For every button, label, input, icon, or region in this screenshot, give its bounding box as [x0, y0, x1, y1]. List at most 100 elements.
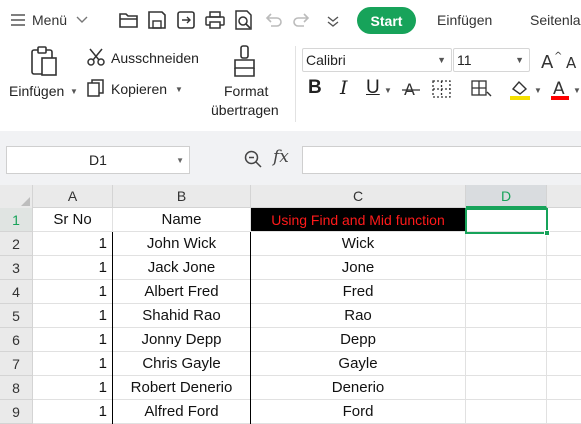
italic-button[interactable]: I — [340, 77, 348, 99]
cell-c[interactable]: Ford — [251, 400, 466, 424]
row-header[interactable]: 3 — [0, 256, 33, 280]
cell-e[interactable] — [547, 256, 581, 280]
copy-button[interactable]: Kopieren — [111, 81, 167, 97]
cell-c[interactable]: Using Find and Mid function — [251, 208, 466, 232]
print-icon[interactable] — [204, 9, 226, 31]
row-header[interactable]: 7 — [0, 352, 33, 376]
main-menu-button[interactable]: Menü — [10, 9, 89, 31]
name-box[interactable]: D1 ▼ — [6, 146, 190, 174]
export-icon[interactable] — [175, 9, 197, 31]
cell-d[interactable] — [466, 328, 547, 352]
cell-d[interactable] — [466, 400, 547, 424]
cell-b[interactable]: Robert Denerio — [113, 376, 251, 400]
copy-dropdown-icon[interactable]: ▼ — [175, 85, 183, 94]
cell-c[interactable]: Fred — [251, 280, 466, 304]
open-folder-icon[interactable] — [118, 9, 140, 31]
fx-icon[interactable]: fx — [273, 147, 289, 167]
cell-d[interactable] — [466, 256, 547, 280]
cell-d[interactable] — [466, 376, 547, 400]
more-chevron-icon[interactable] — [322, 9, 344, 31]
fill-color-icon[interactable] — [470, 78, 496, 100]
cell-d[interactable] — [466, 280, 547, 304]
cell-e[interactable] — [547, 232, 581, 256]
cell-d[interactable] — [466, 352, 547, 376]
format-painter-label-1[interactable]: Format — [224, 83, 268, 99]
bold-button[interactable]: B — [308, 77, 322, 99]
select-all-corner[interactable] — [0, 185, 33, 208]
cell-a[interactable]: 1 — [33, 232, 113, 256]
cell-a[interactable]: 1 — [33, 328, 113, 352]
format-painter-label-2[interactable]: übertragen — [211, 102, 279, 118]
row-header[interactable]: 4 — [0, 280, 33, 304]
print-preview-icon[interactable] — [233, 9, 255, 31]
cell-b[interactable]: Alfred Ford — [113, 400, 251, 424]
font-color-dropdown-icon[interactable]: ▼ — [573, 86, 581, 95]
cell-b[interactable]: Jack Jone — [113, 256, 251, 280]
cell-a[interactable]: 1 — [33, 256, 113, 280]
cell-a[interactable]: 1 — [33, 304, 113, 328]
borders-icon[interactable] — [431, 78, 453, 100]
cell-a[interactable]: 1 — [33, 376, 113, 400]
row-header[interactable]: 2 — [0, 232, 33, 256]
column-header-d[interactable]: D — [466, 185, 547, 208]
paste-dropdown-icon[interactable]: ▼ — [70, 87, 78, 96]
highlight-color-icon[interactable] — [508, 77, 532, 101]
zoom-icon[interactable] — [244, 150, 262, 168]
cell-a[interactable]: Sr No — [33, 208, 113, 232]
cell-e[interactable] — [547, 400, 581, 424]
underline-button[interactable]: U — [366, 77, 380, 99]
font-name-select[interactable]: Calibri ▼ — [302, 48, 452, 72]
paste-button[interactable]: Einfügen — [9, 83, 64, 99]
underline-dropdown-icon[interactable]: ▼ — [384, 86, 392, 95]
row-header[interactable]: 1 — [0, 208, 33, 232]
strikethrough-icon[interactable]: A — [401, 78, 421, 100]
cell-b[interactable]: John Wick — [113, 232, 251, 256]
decrease-font-icon[interactable]: A — [565, 51, 581, 71]
column-header-a[interactable]: A — [33, 185, 113, 208]
cell-b[interactable]: Chris Gayle — [113, 352, 251, 376]
row-header[interactable]: 8 — [0, 376, 33, 400]
cell-d[interactable] — [466, 304, 547, 328]
font-size-select[interactable]: 11 ▼ — [453, 48, 530, 72]
cell-b[interactable]: Name — [113, 208, 251, 232]
cell-c[interactable]: Jone — [251, 256, 466, 280]
column-header-b[interactable]: B — [113, 185, 251, 208]
cell-c[interactable]: Rao — [251, 304, 466, 328]
redo-icon[interactable] — [291, 9, 313, 31]
cell-b[interactable]: Albert Fred — [113, 280, 251, 304]
cell-e[interactable] — [547, 328, 581, 352]
cell-c[interactable]: Depp — [251, 328, 466, 352]
cut-button[interactable]: Ausschneiden — [111, 50, 199, 66]
cell-b[interactable]: Shahid Rao — [113, 304, 251, 328]
selected-cell-d1[interactable] — [465, 208, 550, 236]
tab-einfuegen[interactable]: Einfügen — [437, 12, 492, 28]
row-header[interactable]: 9 — [0, 400, 33, 424]
cell-a[interactable]: 1 — [33, 280, 113, 304]
column-header-c[interactable]: C — [251, 185, 466, 208]
cell-b[interactable]: Jonny Depp — [113, 328, 251, 352]
undo-icon[interactable] — [262, 9, 284, 31]
cell-e[interactable] — [547, 304, 581, 328]
formula-input[interactable] — [302, 146, 581, 174]
highlight-dropdown-icon[interactable]: ▼ — [534, 86, 542, 95]
cell-c[interactable]: Wick — [251, 232, 466, 256]
row-header[interactable]: 5 — [0, 304, 33, 328]
paste-icon[interactable] — [27, 44, 61, 78]
cell-e[interactable] — [547, 280, 581, 304]
cell-e[interactable] — [547, 376, 581, 400]
row-header[interactable]: 6 — [0, 328, 33, 352]
cell-a[interactable]: 1 — [33, 400, 113, 424]
cell-e[interactable] — [547, 208, 581, 232]
tab-start[interactable]: Start — [357, 7, 416, 34]
cell-d[interactable] — [466, 232, 547, 256]
font-color-icon[interactable]: A — [549, 77, 571, 101]
tab-seitenlayout[interactable]: Seitenla — [530, 12, 581, 28]
cell-c[interactable]: Gayle — [251, 352, 466, 376]
fill-handle[interactable] — [544, 230, 550, 236]
cell-e[interactable] — [547, 352, 581, 376]
increase-font-icon[interactable]: A ^ — [540, 49, 562, 71]
cell-a[interactable]: 1 — [33, 352, 113, 376]
cell-c[interactable]: Denerio — [251, 376, 466, 400]
save-icon[interactable] — [146, 9, 168, 31]
format-painter-icon[interactable] — [232, 44, 258, 78]
